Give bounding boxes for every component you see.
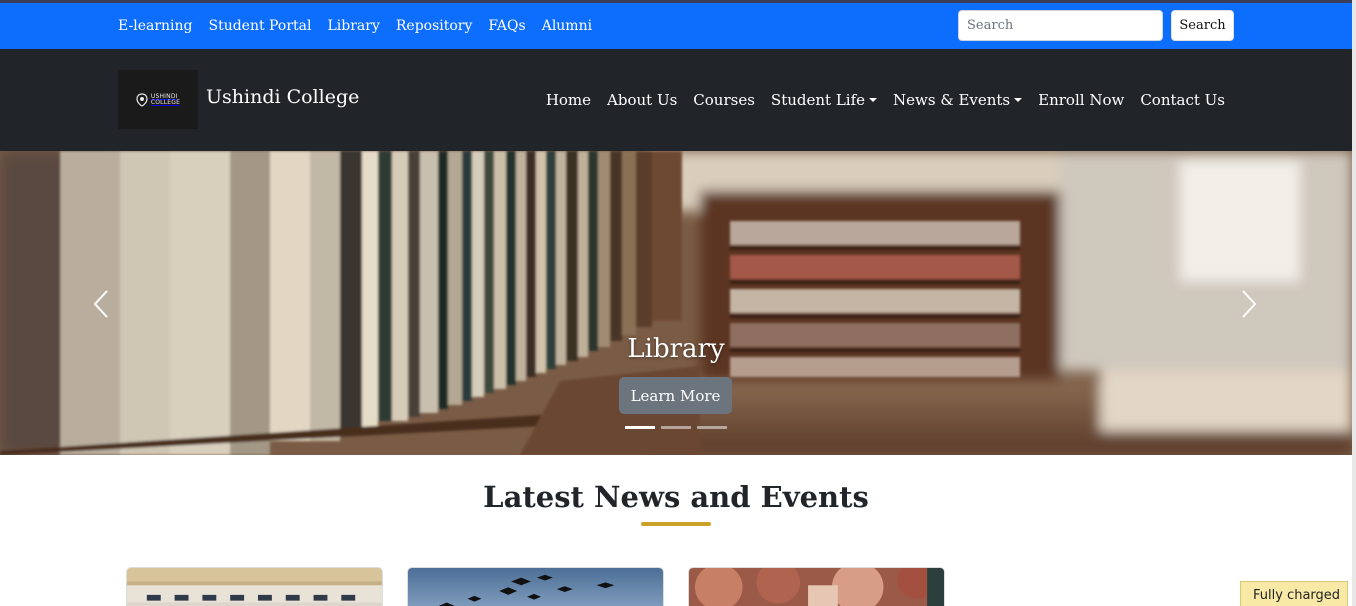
hero-carousel: Library Learn More bbox=[0, 151, 1352, 455]
nav-about-us[interactable]: About Us bbox=[607, 91, 677, 109]
logo-wordmark: USHINDI COLLEGE bbox=[150, 93, 181, 106]
news-card-2[interactable] bbox=[407, 567, 664, 606]
logo-shield-icon bbox=[136, 92, 148, 107]
title-underline bbox=[641, 522, 711, 526]
nav-contact-us[interactable]: Contact Us bbox=[1140, 91, 1225, 109]
search-input[interactable] bbox=[958, 10, 1163, 41]
logo-line-2: COLLEGE bbox=[150, 98, 181, 106]
caret-down-icon bbox=[1014, 98, 1023, 102]
link-library[interactable]: Library bbox=[327, 18, 379, 34]
nav-enroll-now-label: Enroll Now bbox=[1038, 91, 1125, 109]
college-logo[interactable]: USHINDI COLLEGE bbox=[118, 70, 198, 129]
brand-name[interactable]: Ushindi College bbox=[206, 86, 359, 108]
nav-courses[interactable]: Courses bbox=[693, 91, 755, 109]
nav-about-us-label: About Us bbox=[607, 91, 678, 109]
link-student-portal[interactable]: Student Portal bbox=[208, 18, 311, 34]
campus-autumn-photo bbox=[689, 568, 944, 606]
link-repository[interactable]: Repository bbox=[396, 18, 473, 34]
classroom-photo bbox=[127, 568, 382, 606]
carousel-indicator-1[interactable] bbox=[625, 426, 655, 429]
carousel-indicators bbox=[625, 426, 727, 429]
utility-links: E-learning Student Portal Library Reposi… bbox=[118, 3, 592, 49]
link-faqs[interactable]: FAQs bbox=[488, 18, 525, 34]
nav-contact-us-label: Contact Us bbox=[1140, 91, 1225, 109]
news-card-1[interactable] bbox=[126, 567, 383, 606]
link-alumni[interactable]: Alumni bbox=[542, 18, 592, 34]
nav-home[interactable]: Home bbox=[546, 91, 591, 109]
nav-enroll-now[interactable]: Enroll Now bbox=[1038, 91, 1124, 109]
caret-down-icon bbox=[869, 98, 878, 102]
section-title: Latest News and Events bbox=[483, 480, 869, 514]
nav-student-life-dropdown[interactable]: Student Life bbox=[770, 91, 878, 109]
main-navbar: USHINDI COLLEGE Ushindi College Home Abo… bbox=[0, 49, 1352, 151]
nav-home-label: Home bbox=[545, 91, 592, 109]
slide-caption-title: Library bbox=[627, 334, 725, 364]
page-scrollbar[interactable] bbox=[1352, 0, 1356, 606]
nav-news-events-dropdown[interactable]: News & Events bbox=[893, 91, 1023, 109]
link-e-learning[interactable]: E-learning bbox=[118, 18, 192, 34]
top-utility-bar: E-learning Student Portal Library Reposi… bbox=[0, 0, 1352, 49]
carousel-indicator-3[interactable] bbox=[697, 426, 727, 429]
nav-student-life-label: Student Life bbox=[770, 91, 866, 109]
nav-courses-label: Courses bbox=[693, 91, 755, 109]
carousel-indicator-2[interactable] bbox=[661, 426, 691, 429]
graduation-caps-photo bbox=[408, 568, 663, 606]
news-card-3[interactable] bbox=[688, 567, 945, 606]
battery-status-tooltip: Fully charged bbox=[1240, 581, 1348, 606]
carousel-next-arrow-icon[interactable] bbox=[1237, 287, 1261, 321]
primary-nav: Home About Us Courses Student Life News … bbox=[546, 49, 1225, 151]
learn-more-button[interactable]: Learn More bbox=[619, 377, 732, 414]
carousel-prev-arrow-icon[interactable] bbox=[89, 287, 113, 321]
search-button[interactable]: Search bbox=[1171, 10, 1234, 41]
nav-news-events-label: News & Events bbox=[893, 91, 1011, 109]
